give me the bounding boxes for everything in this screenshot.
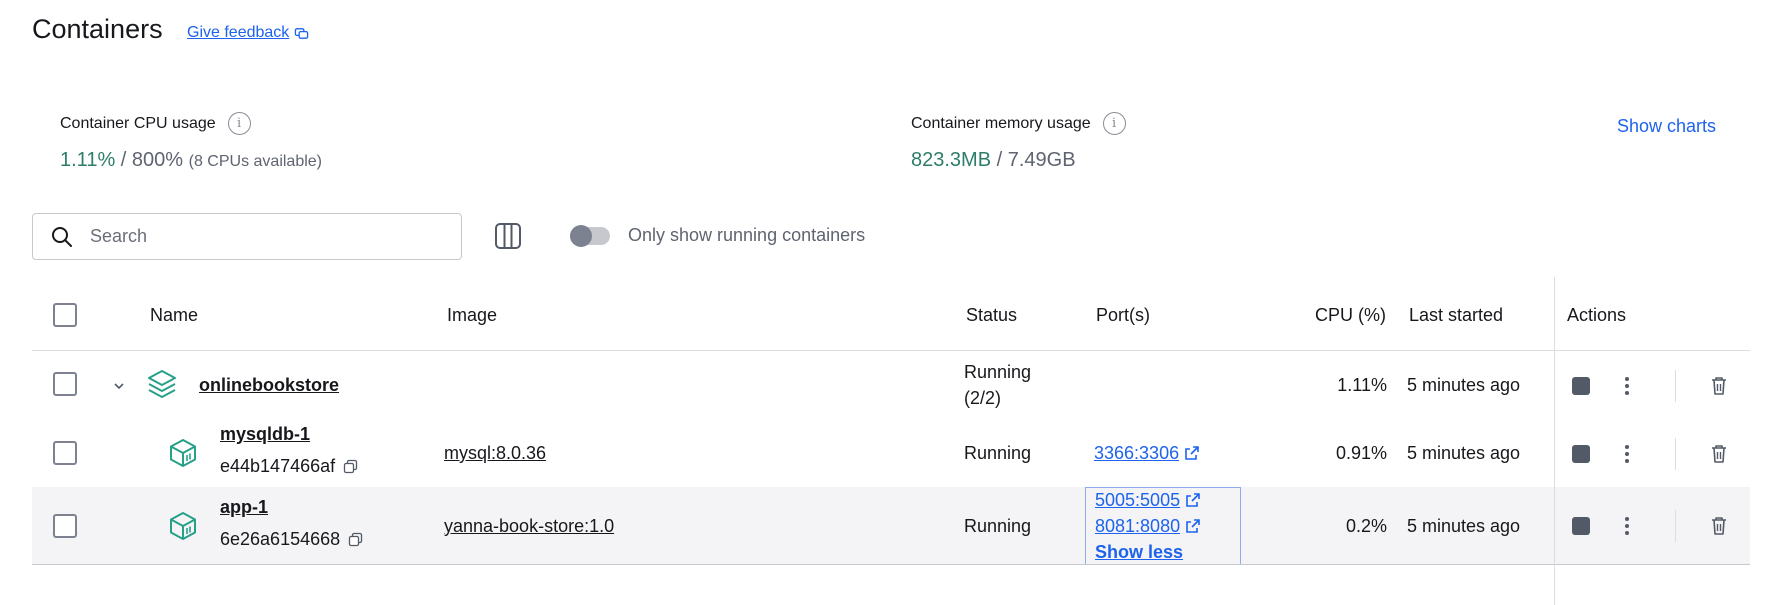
column-name[interactable]: Name bbox=[150, 305, 198, 326]
stack-icon bbox=[148, 370, 176, 398]
external-link-icon[interactable] bbox=[1185, 492, 1201, 508]
external-link-icon[interactable] bbox=[1185, 518, 1201, 534]
search-icon bbox=[52, 226, 72, 247]
container-id-text: e44b147466af bbox=[220, 456, 336, 476]
copy-icon[interactable] bbox=[348, 532, 363, 547]
group-name-link[interactable]: onlinebookstore bbox=[199, 375, 339, 396]
column-image[interactable]: Image bbox=[447, 305, 497, 326]
table-bottom-border bbox=[32, 564, 1750, 565]
cpu-available-note: (8 CPUs available) bbox=[188, 153, 323, 170]
memory-usage-stat: Container memory usage i 823.3MB / 7.49G… bbox=[911, 112, 1126, 172]
port-link[interactable]: 8081:8080 bbox=[1095, 516, 1201, 537]
cpu-usage-stat: Container CPU usage i 1.11% / 800% (8 CP… bbox=[60, 112, 322, 172]
running-only-label: Only show running containers bbox=[628, 225, 866, 245]
memory-usage-value: 823.3MB bbox=[911, 149, 992, 171]
more-options-icon[interactable] bbox=[1624, 516, 1630, 536]
table-row[interactable]: app-1 6e26a6154668 yanna-book-store:1.0 … bbox=[32, 487, 1750, 564]
cpu-usage-label: Container CPU usage bbox=[60, 114, 216, 132]
search-input[interactable] bbox=[90, 226, 410, 247]
more-options-icon[interactable] bbox=[1624, 376, 1630, 396]
column-status[interactable]: Status bbox=[966, 305, 1017, 326]
copy-icon[interactable] bbox=[343, 459, 358, 474]
info-icon[interactable]: i bbox=[227, 112, 251, 135]
group-cpu: 1.11% bbox=[1337, 375, 1387, 395]
show-charts-button[interactable]: Show charts bbox=[1617, 116, 1716, 137]
running-only-toggle[interactable] bbox=[570, 225, 610, 247]
container-status: Running bbox=[964, 516, 1032, 536]
show-less-button[interactable]: Show less bbox=[1095, 542, 1183, 563]
row-checkbox[interactable] bbox=[53, 372, 77, 396]
feedback-icon bbox=[295, 27, 309, 39]
page-title: Containers bbox=[32, 14, 163, 44]
image-link[interactable]: yanna-book-store:1.0 bbox=[444, 516, 614, 537]
stop-button[interactable] bbox=[1572, 377, 1590, 395]
container-last-started: 5 minutes ago bbox=[1407, 516, 1521, 536]
container-status: Running bbox=[964, 443, 1032, 463]
more-options-icon[interactable] bbox=[1624, 444, 1630, 464]
actions-divider bbox=[1675, 438, 1676, 470]
port-link[interactable]: 3366:3306 bbox=[1094, 443, 1200, 464]
column-cpu[interactable]: CPU (%) bbox=[1315, 305, 1386, 326]
table-header: Name Image Status Port(s) CPU (%) Last s… bbox=[32, 277, 1750, 351]
column-last-started[interactable]: Last started bbox=[1409, 305, 1503, 326]
delete-icon[interactable] bbox=[1710, 444, 1728, 464]
actions-divider bbox=[1675, 510, 1676, 542]
cpu-total-value: / 800% bbox=[120, 149, 184, 171]
give-feedback-link[interactable]: Give feedback bbox=[187, 24, 309, 42]
columns-icon[interactable] bbox=[494, 222, 522, 250]
external-link-icon[interactable] bbox=[1184, 445, 1200, 461]
container-name-link[interactable]: mysqldb-1 bbox=[220, 424, 310, 445]
actions-divider bbox=[1675, 370, 1676, 402]
stop-button[interactable] bbox=[1572, 445, 1590, 463]
port-mapping[interactable]: 8081:8080 bbox=[1095, 516, 1180, 536]
select-all-checkbox[interactable] bbox=[53, 303, 77, 327]
info-icon[interactable]: i bbox=[1102, 112, 1126, 135]
column-actions: Actions bbox=[1567, 305, 1627, 325]
actions-column-divider bbox=[1554, 277, 1555, 605]
container-cpu: 0.2% bbox=[1345, 516, 1387, 536]
delete-icon[interactable] bbox=[1710, 376, 1728, 396]
stop-button[interactable] bbox=[1572, 517, 1590, 535]
container-last-started: 5 minutes ago bbox=[1407, 443, 1521, 463]
container-id: e44b147466af bbox=[220, 456, 358, 477]
table-row-group[interactable]: onlinebookstore Running (2/2) 1.11% 5 mi… bbox=[32, 352, 1750, 420]
search-box[interactable] bbox=[32, 213, 462, 260]
memory-total-value: / 7.49GB bbox=[996, 149, 1076, 171]
image-link[interactable]: mysql:8.0.36 bbox=[444, 443, 546, 464]
chevron-down-icon[interactable] bbox=[111, 378, 127, 394]
column-ports[interactable]: Port(s) bbox=[1096, 305, 1150, 326]
give-feedback-label: Give feedback bbox=[187, 24, 290, 41]
row-checkbox[interactable] bbox=[53, 441, 77, 465]
group-last-started: 5 minutes ago bbox=[1407, 375, 1521, 395]
toggle-knob bbox=[570, 225, 592, 247]
container-icon bbox=[170, 439, 196, 467]
container-id-text: 6e26a6154668 bbox=[220, 529, 341, 549]
delete-icon[interactable] bbox=[1710, 516, 1728, 536]
ports-cell-expanded: 5005:5005 8081:8080 Show less bbox=[1085, 487, 1241, 565]
table-row[interactable]: mysqldb-1 e44b147466af mysql:8.0.36 Runn… bbox=[32, 420, 1750, 487]
group-status-count: (2/2) bbox=[964, 388, 1002, 408]
container-cpu: 0.91% bbox=[1335, 443, 1387, 463]
port-mapping[interactable]: 5005:5005 bbox=[1095, 490, 1180, 510]
group-status: Running bbox=[964, 362, 1032, 382]
memory-usage-label: Container memory usage bbox=[911, 114, 1091, 132]
cpu-usage-value: 1.11% bbox=[60, 149, 116, 171]
container-icon bbox=[170, 512, 196, 540]
container-id: 6e26a6154668 bbox=[220, 529, 363, 550]
row-checkbox[interactable] bbox=[53, 514, 77, 538]
port-mapping[interactable]: 3366:3306 bbox=[1094, 443, 1179, 463]
container-name-link[interactable]: app-1 bbox=[220, 497, 268, 518]
port-link[interactable]: 5005:5005 bbox=[1095, 490, 1201, 511]
